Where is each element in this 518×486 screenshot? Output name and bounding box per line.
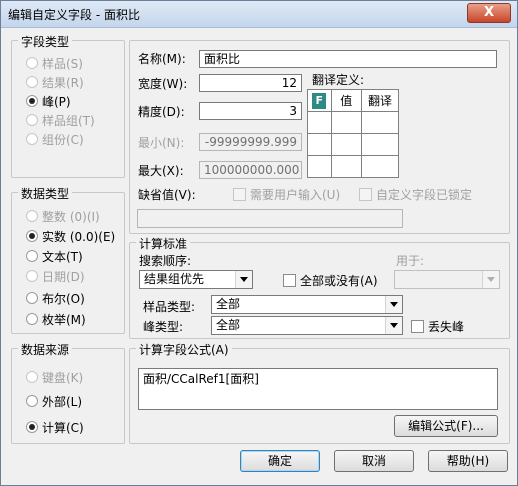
data-source-legend: 数据来源	[18, 341, 73, 358]
translation-label: 翻译定义:	[312, 73, 365, 87]
require-input-checkbox[interactable]: 需要用户输入(U)	[233, 186, 340, 203]
field-type-group: 字段类型 样品(S) 结果(R) 峰(P) 样品组(T) 组份(C)	[11, 33, 125, 178]
data-source-group: 数据来源 键盘(K) 外部(L) 计算(C)	[11, 341, 125, 444]
missing-peak-checkbox[interactable]: 丢失峰	[411, 318, 464, 335]
checkbox-icon	[359, 188, 372, 201]
data-type-enum-radio[interactable]: 枚举(M)	[26, 311, 86, 328]
field-type-component-radio[interactable]: 组份(C)	[26, 131, 84, 148]
ok-button[interactable]: 确定	[240, 450, 320, 472]
max-input[interactable]: 100000000.000	[199, 161, 302, 179]
close-button[interactable]: X	[467, 3, 511, 23]
dialog-window: 编辑自定义字段 - 面积比 X 字段类型 样品(S) 结果(R) 峰(P) 样品…	[0, 0, 518, 486]
used-for-label: 用于:	[396, 254, 425, 268]
data-type-boolean-radio[interactable]: 布尔(O)	[26, 290, 85, 307]
radio-icon	[26, 210, 38, 222]
radio-icon	[26, 395, 38, 407]
data-type-date-radio[interactable]: 日期(D)	[26, 268, 85, 285]
properties-panel: 名称(M): 面积比 宽度(W): 12 精度(D): 3 最小(N): -99…	[129, 40, 510, 234]
calc-criteria-legend: 计算标准	[136, 235, 191, 252]
radio-icon	[26, 292, 38, 304]
cancel-button[interactable]: 取消	[334, 450, 414, 472]
edit-formula-button[interactable]: 编辑公式(F)...	[394, 415, 498, 437]
field-type-sample-radio[interactable]: 样品(S)	[26, 55, 83, 72]
calc-criteria-group: 计算标准 搜索顺序: 结果组优先 全部或没有(A) 用于: 样品类型: 全部 峰…	[129, 235, 510, 339]
radio-icon	[26, 250, 38, 262]
peak-type-label: 峰类型:	[143, 320, 184, 334]
formula-group: 计算字段公式(A) 面积/CCalRef1[面积] 编辑公式(F)...	[129, 341, 510, 444]
radio-icon	[26, 270, 38, 282]
formula-legend: 计算字段公式(A)	[136, 341, 232, 358]
search-order-select[interactable]: 结果组优先	[139, 270, 253, 289]
help-button[interactable]: 帮助(H)	[428, 450, 508, 472]
data-source-keyboard-radio[interactable]: 键盘(K)	[26, 369, 83, 386]
field-type-legend: 字段类型	[18, 33, 73, 50]
translation-corner-cell: F	[307, 89, 332, 112]
translation-col-translate: 翻译	[360, 89, 400, 112]
checkbox-icon	[411, 320, 424, 333]
translation-col-value: 值	[330, 89, 362, 112]
peak-type-select[interactable]: 全部	[211, 316, 403, 335]
translation-table[interactable]: F 值 翻译	[307, 89, 400, 178]
data-source-calc-radio[interactable]: 计算(C)	[26, 419, 84, 436]
chevron-down-icon	[235, 271, 252, 288]
data-type-legend: 数据类型	[18, 185, 73, 202]
translation-row[interactable]	[307, 155, 400, 178]
title-bar[interactable]: 编辑自定义字段 - 面积比 X	[1, 1, 517, 28]
translation-header-row: F 值 翻译	[307, 89, 400, 112]
search-order-label: 搜索顺序:	[139, 254, 192, 268]
default-value-label: 缺省值(V):	[138, 188, 196, 202]
chevron-down-icon	[385, 296, 402, 313]
field-type-peak-radio[interactable]: 峰(P)	[26, 93, 71, 110]
precision-label: 精度(D):	[138, 105, 185, 119]
chevron-down-icon	[482, 271, 499, 288]
chevron-down-icon	[385, 317, 402, 334]
radio-icon	[26, 133, 38, 145]
translation-row[interactable]	[307, 133, 400, 156]
field-icon: F	[312, 92, 327, 109]
data-type-group: 数据类型 整数 (0)(I) 实数 (0.0)(E) 文本(T) 日期(D) 布…	[11, 185, 125, 334]
default-value-input[interactable]	[137, 209, 403, 228]
radio-icon	[26, 114, 38, 126]
sample-type-select[interactable]: 全部	[211, 295, 403, 314]
radio-icon	[26, 371, 38, 383]
window-title: 编辑自定义字段 - 面积比	[8, 8, 140, 22]
width-label: 宽度(W):	[138, 77, 188, 91]
radio-checked-icon	[26, 95, 38, 107]
close-icon: X	[483, 5, 495, 20]
radio-checked-icon	[26, 230, 38, 242]
data-type-real-radio[interactable]: 实数 (0.0)(E)	[26, 228, 115, 245]
sample-type-label: 样品类型:	[143, 300, 196, 314]
formula-input[interactable]: 面积/CCalRef1[面积]	[138, 368, 498, 410]
used-for-select[interactable]	[394, 270, 500, 289]
data-type-integer-radio[interactable]: 整数 (0)(I)	[26, 208, 100, 225]
min-input[interactable]: -99999999.999	[199, 133, 302, 151]
field-type-result-radio[interactable]: 结果(R)	[26, 74, 84, 91]
min-label: 最小(N):	[138, 136, 185, 150]
translation-row[interactable]	[307, 111, 400, 134]
data-source-external-radio[interactable]: 外部(L)	[26, 393, 82, 410]
field-type-sample-group-radio[interactable]: 样品组(T)	[26, 112, 95, 129]
radio-icon	[26, 57, 38, 69]
width-input[interactable]: 12	[199, 74, 302, 92]
radio-icon	[26, 76, 38, 88]
checkbox-icon	[283, 274, 296, 287]
max-label: 最大(X):	[138, 164, 184, 178]
radio-checked-icon	[26, 421, 38, 433]
field-locked-checkbox[interactable]: 自定义字段已锁定	[359, 186, 472, 203]
checkbox-icon	[233, 188, 246, 201]
data-type-text-radio[interactable]: 文本(T)	[26, 248, 83, 265]
precision-input[interactable]: 3	[199, 102, 302, 120]
name-input[interactable]: 面积比	[199, 50, 497, 68]
name-label: 名称(M):	[138, 52, 186, 66]
radio-icon	[26, 313, 38, 325]
all-or-none-checkbox[interactable]: 全部或没有(A)	[283, 272, 378, 289]
